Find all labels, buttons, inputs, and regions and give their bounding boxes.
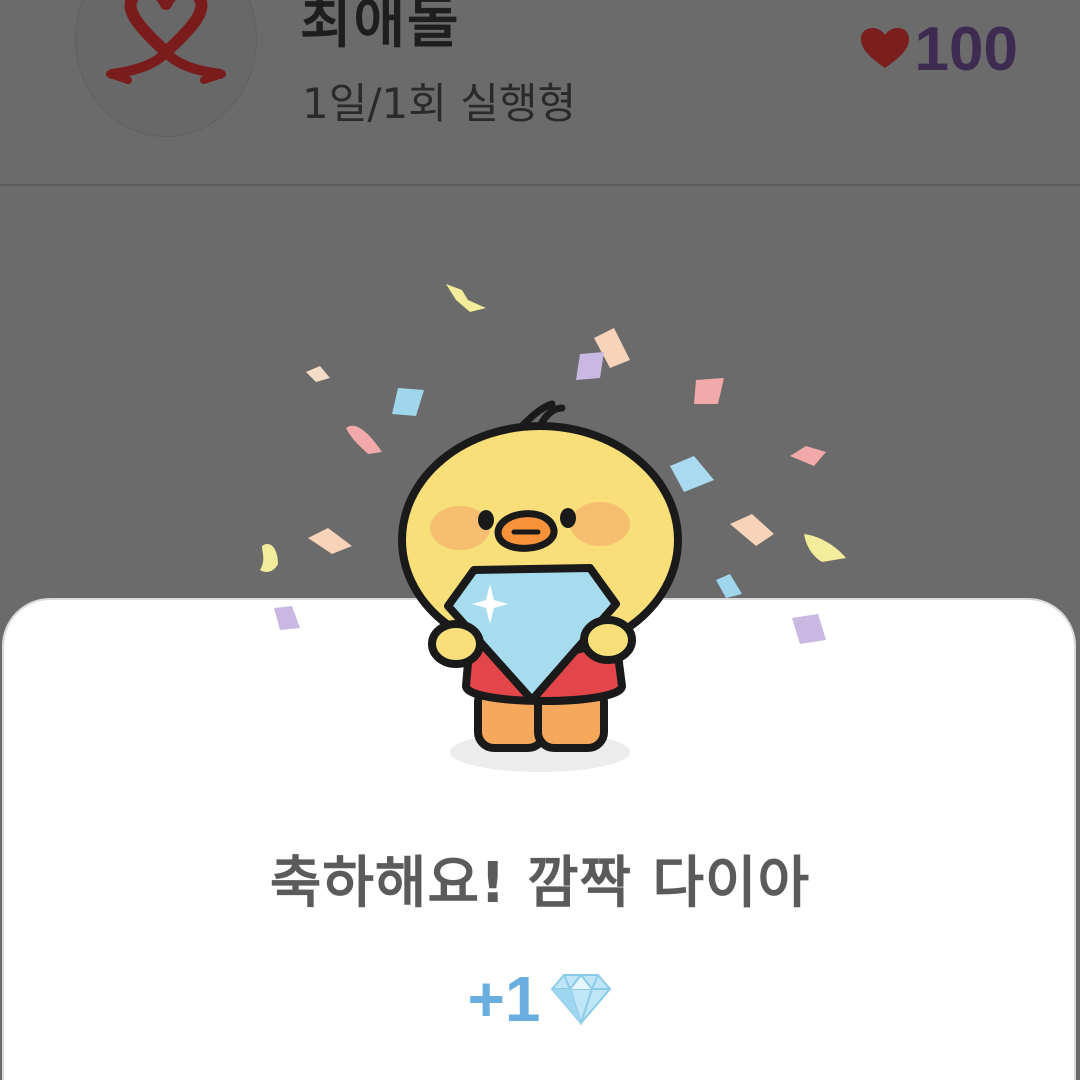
duck-right-hand (580, 616, 636, 664)
dialog-title: 축하해요! 깜짝 다이아 (269, 851, 811, 916)
reward-amount: +1 (467, 963, 541, 1035)
dimmed-screen: 최애돌 1일/1회 실행형 100 축하해요! 깜짝 다이아 +1 (0, 0, 1080, 1080)
reward-row: +1 (0, 962, 1080, 1036)
diamond-icon (551, 973, 612, 1025)
duck-left-hand (428, 620, 484, 668)
